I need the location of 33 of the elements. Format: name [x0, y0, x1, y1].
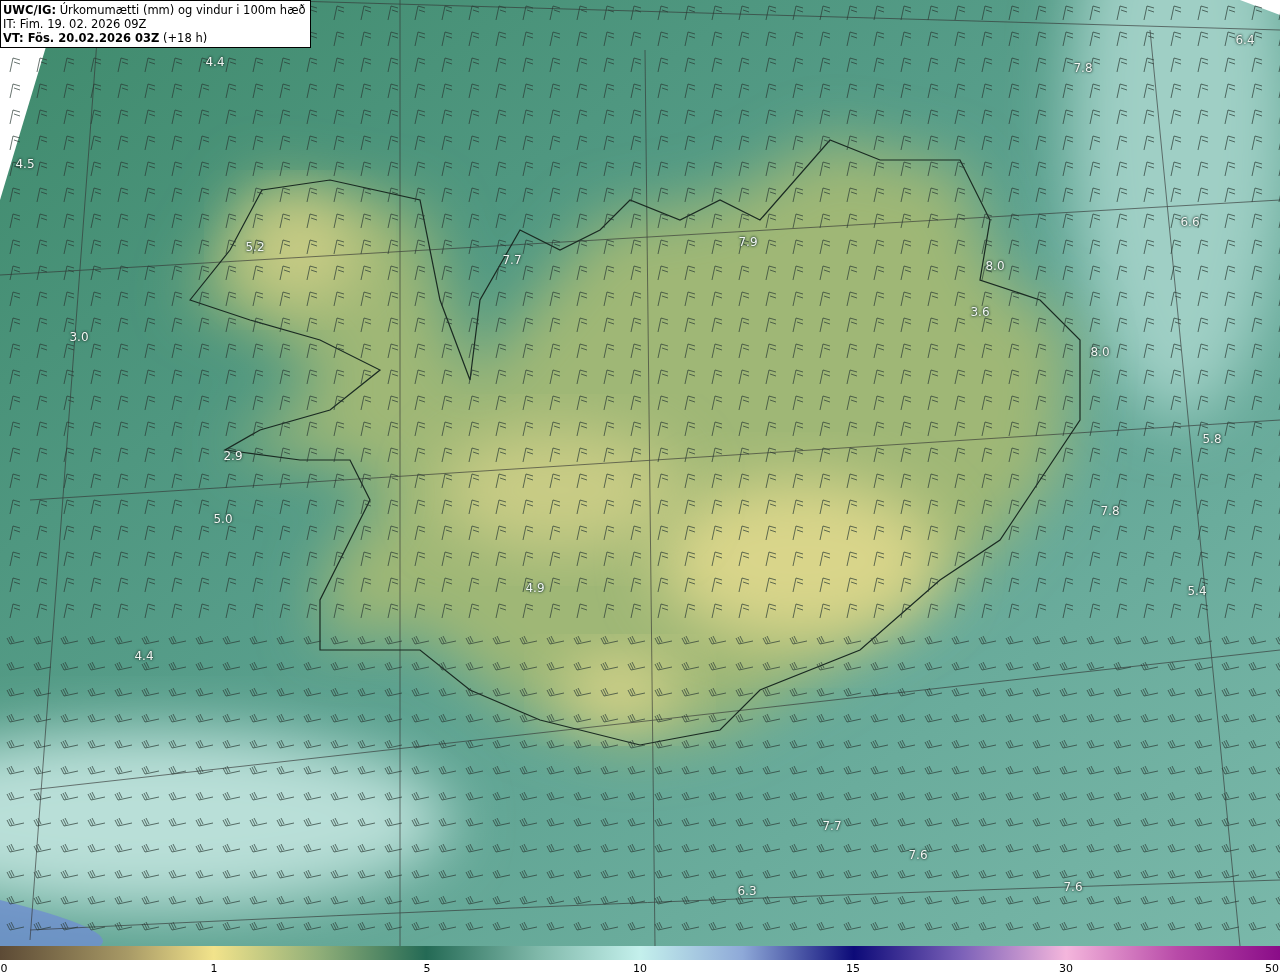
value-label: 7.9	[737, 235, 759, 249]
value-label: 6.3	[736, 884, 758, 898]
value-label: 8.0	[984, 259, 1006, 273]
initial-time: IT: Fim. 19. 02. 2026 09Z	[3, 17, 148, 31]
value-label: 3.0	[68, 330, 90, 344]
colorbar-tick-label: 5	[423, 962, 431, 975]
value-label: 8.0	[1089, 345, 1111, 359]
value-label: 7.7	[821, 819, 843, 833]
value-label: 5.0	[212, 512, 234, 526]
value-label: 4.5	[14, 157, 36, 171]
value-label: 4.9	[524, 581, 546, 595]
value-label: 6.6	[1179, 215, 1201, 229]
colorbar-tick-label: 1	[210, 962, 218, 975]
colorbar-tick-label: 30	[1059, 962, 1073, 975]
value-label: 6.4	[1234, 33, 1256, 47]
colorbar-tick-label: 50	[1265, 962, 1279, 975]
value-label: 4.4	[133, 649, 155, 663]
valid-time: VT: Fös. 20.02.2026 03Z (+18 h)	[3, 31, 209, 45]
value-label: 7.6	[907, 848, 929, 862]
value-label: 5.4	[1186, 584, 1208, 598]
colorbar-tick-label: 0	[0, 962, 8, 975]
value-label: 7.7	[501, 253, 523, 267]
value-label: 7.6	[1062, 880, 1084, 894]
value-label: 3.6	[969, 305, 991, 319]
value-label: 2.9	[222, 449, 244, 463]
map-title: UWC/IG: Úrkomumætti (mm) og vindur i 100m hæð	[3, 3, 306, 17]
value-label: 7.8	[1072, 61, 1094, 75]
value-label: 4.4	[204, 55, 226, 69]
colorbar-tick-label: 15	[846, 962, 860, 975]
colorbar-tick-label: 10	[633, 962, 647, 975]
value-label: 5.2	[244, 240, 266, 254]
value-label: 7.8	[1099, 504, 1121, 518]
value-label: 5.8	[1201, 432, 1223, 446]
